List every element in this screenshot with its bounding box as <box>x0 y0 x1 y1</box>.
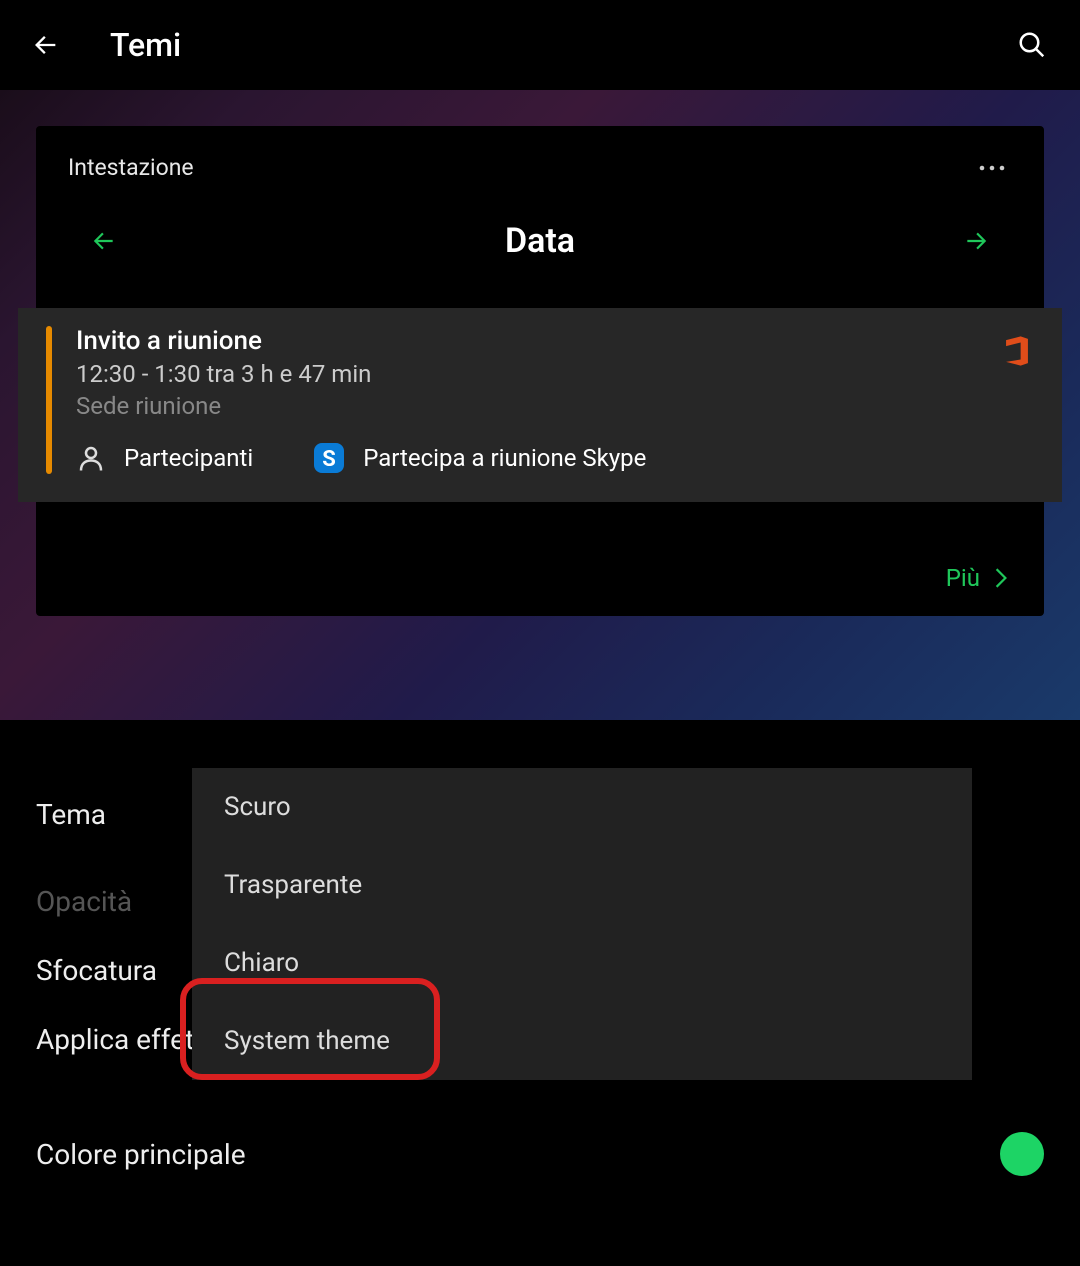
more-link[interactable]: Più <box>946 564 1008 592</box>
chevron-right-icon <box>994 567 1008 589</box>
date-label: Data <box>505 221 575 261</box>
skype-label: Partecipa a riunione Skype <box>363 444 646 472</box>
participants-button[interactable]: Partecipanti <box>76 443 253 473</box>
skype-icon: S <box>313 442 345 474</box>
setting-effects-label: Applica effetti <box>36 1023 210 1056</box>
dots-horizontal-icon <box>978 165 1006 171</box>
next-date-button[interactable] <box>958 223 994 259</box>
setting-primary-color-label: Colore principale <box>36 1138 246 1171</box>
participants-label: Partecipanti <box>124 444 253 472</box>
dropdown-item-system[interactable]: System theme <box>192 1002 972 1080</box>
meeting-time: 12:30 - 1:30 tra 3 h e 47 min <box>76 360 1034 388</box>
search-icon <box>1017 30 1047 60</box>
dropdown-item-dark[interactable]: Scuro <box>192 768 972 846</box>
setting-primary-color[interactable]: Colore principale <box>0 1114 1080 1194</box>
page-title: Temi <box>110 26 1014 64</box>
preview-header: Intestazione <box>36 126 1044 201</box>
more-menu-button[interactable] <box>972 165 1012 171</box>
arrow-right-icon <box>959 228 993 254</box>
settings-area: Tema Opacità Sfocatura Applica effetti C… <box>0 720 1080 1194</box>
meeting-title: Invito a riunione <box>76 326 1034 356</box>
more-link-label: Più <box>946 564 980 592</box>
meeting-location: Sede riunione <box>76 392 1034 420</box>
skype-join-button[interactable]: S Partecipa a riunione Skype <box>313 442 646 474</box>
meeting-accent-bar <box>46 326 52 474</box>
arrow-left-icon <box>32 31 60 59</box>
meeting-content: Invito a riunione 12:30 - 1:30 tra 3 h e… <box>76 326 1034 474</box>
color-swatch[interactable] <box>1000 1132 1044 1176</box>
meeting-actions: Partecipanti S Partecipa a riunione Skyp… <box>76 442 1034 474</box>
search-button[interactable] <box>1014 27 1050 63</box>
setting-theme-label: Tema <box>36 798 106 831</box>
svg-text:S: S <box>322 447 336 472</box>
dropdown-item-light[interactable]: Chiaro <box>192 924 972 1002</box>
meeting-card[interactable]: Invito a riunione 12:30 - 1:30 tra 3 h e… <box>18 308 1062 502</box>
back-button[interactable] <box>30 29 62 61</box>
setting-blur-label: Sfocatura <box>36 954 157 987</box>
preview-card: Intestazione Data <box>36 126 1044 616</box>
setting-opacity-label: Opacità <box>36 885 132 918</box>
date-nav: Data <box>36 201 1044 281</box>
top-bar: Temi <box>0 0 1080 90</box>
preview-area: Intestazione Data <box>0 90 1080 720</box>
theme-dropdown: Scuro Trasparente Chiaro System theme <box>192 768 972 1080</box>
arrow-left-icon <box>87 228 121 254</box>
person-icon <box>76 443 106 473</box>
dropdown-item-transparent[interactable]: Trasparente <box>192 846 972 924</box>
office-icon <box>1002 334 1032 372</box>
preview-header-label: Intestazione <box>68 154 194 181</box>
prev-date-button[interactable] <box>86 223 122 259</box>
